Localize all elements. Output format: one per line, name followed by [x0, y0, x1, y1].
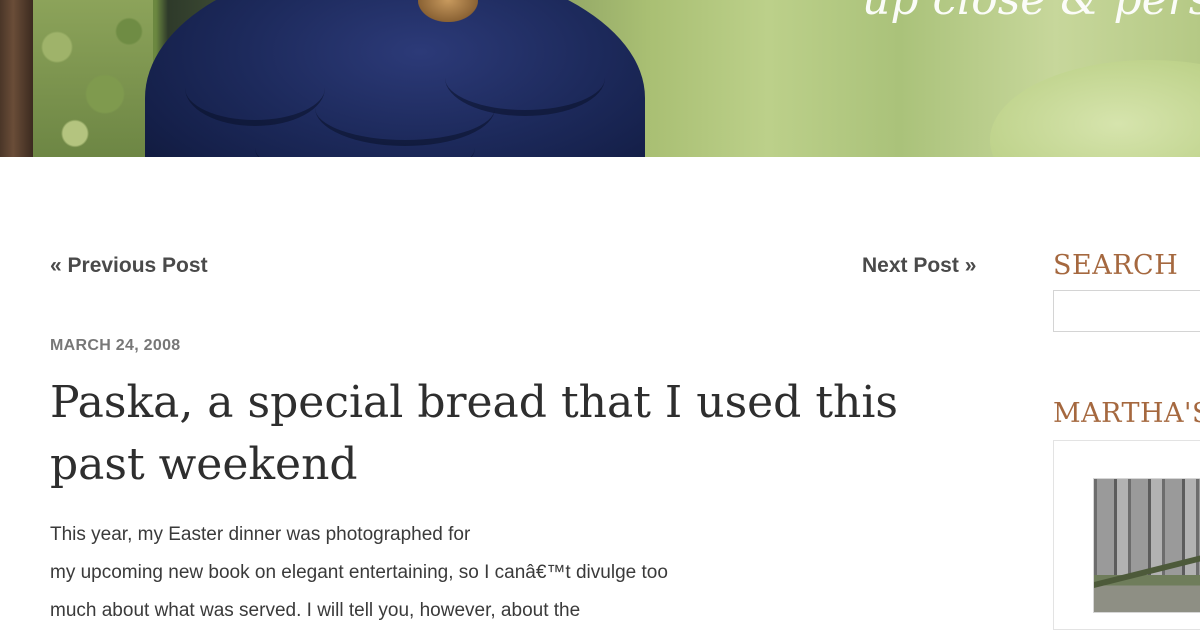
- banner-hedge: [990, 60, 1200, 157]
- banner-necklace: [418, 0, 478, 22]
- post-date: MARCH 24, 2008: [50, 337, 181, 354]
- next-post-link[interactable]: Next Post »: [862, 254, 976, 278]
- banner-wooden-post: [0, 0, 33, 157]
- header-tagline: up close & personal: [862, 0, 1200, 25]
- post-body: This year, my Easter dinner was photogra…: [50, 516, 910, 630]
- post-body-line: my upcoming new book on elegant entertai…: [50, 562, 668, 583]
- sidebar-photo[interactable]: [1093, 478, 1200, 613]
- search-heading: SEARCH: [1053, 250, 1179, 281]
- post-body-line: much about what was served. I will tell …: [50, 600, 581, 621]
- search-input[interactable]: [1053, 290, 1200, 332]
- post-title[interactable]: Paska, a special bread that I used this …: [50, 372, 950, 496]
- post-body-line: This year, my Easter dinner was photogra…: [50, 524, 471, 545]
- header-banner: up close & personal: [0, 0, 1200, 157]
- sidebar-section-heading: MARTHA'S: [1053, 398, 1200, 429]
- banner-portrait: [145, 0, 645, 157]
- banner-foliage: [33, 0, 153, 157]
- previous-post-link[interactable]: « Previous Post: [50, 254, 208, 278]
